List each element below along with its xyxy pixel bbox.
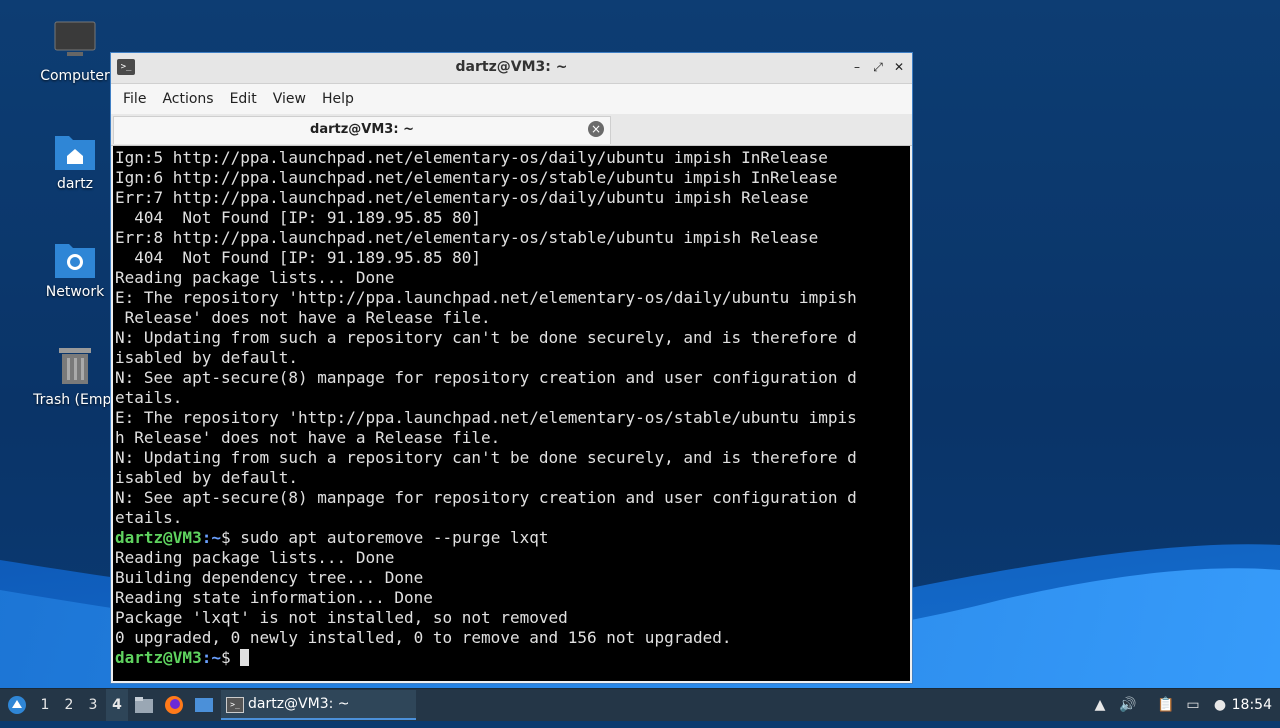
menu-help[interactable]: Help: [314, 84, 362, 114]
terminal-line: etails.: [115, 508, 183, 527]
network-folder-icon: [53, 236, 97, 280]
workspace-2[interactable]: 2: [58, 689, 80, 721]
maximize-button[interactable]: ⤢: [869, 58, 887, 76]
display-icon[interactable]: ▭: [1183, 695, 1203, 715]
show-desktop-icon[interactable]: [193, 689, 215, 721]
clock[interactable]: 18:54: [1232, 689, 1272, 721]
tab-label: dartz@VM3: ~: [310, 122, 414, 137]
terminal-icon: >_: [226, 697, 244, 713]
firefox-icon[interactable]: [162, 689, 186, 721]
active-prompt-line: dartz@VM3:~$: [115, 648, 910, 668]
terminal-line: Release' does not have a Release file.: [115, 308, 491, 327]
prompt-path: :~: [201, 528, 221, 547]
workspace-3[interactable]: 3: [82, 689, 104, 721]
workspace-1[interactable]: 1: [34, 689, 56, 721]
menu-file[interactable]: File: [115, 84, 154, 114]
menu-edit[interactable]: Edit: [222, 84, 265, 114]
notification-icon[interactable]: ●: [1210, 695, 1230, 715]
terminal-lines: Ign:5 http://ppa.launchpad.net/elementar…: [113, 146, 910, 668]
terminal-line: h Release' does not have a Release file.: [115, 428, 501, 447]
terminal-line: isabled by default.: [115, 348, 299, 367]
terminal-line: Ign:6 http://ppa.launchpad.net/elementar…: [115, 168, 838, 187]
computer-icon: [53, 20, 97, 64]
desktop: Computer dartz Network Trash (Empt >_ da…: [0, 0, 1280, 688]
home-folder-icon: [53, 128, 97, 172]
trash-icon: [53, 344, 97, 388]
tab-close-icon[interactable]: ×: [588, 121, 604, 137]
workspace-4[interactable]: 4: [106, 689, 128, 721]
terminal-line: Ign:5 http://ppa.launchpad.net/elementar…: [115, 148, 828, 167]
terminal-line: N: See apt-secure(8) manpage for reposit…: [115, 488, 857, 507]
prompt-user: dartz@VM3: [115, 528, 202, 547]
terminal-line: Building dependency tree... Done: [115, 568, 424, 587]
prompt-symbol: $: [220, 528, 241, 547]
terminal-output[interactable]: Ign:5 http://ppa.launchpad.net/elementar…: [113, 146, 910, 681]
terminal-line: Err:7 http://ppa.launchpad.net/elementar…: [115, 188, 809, 207]
prompt-user: dartz@VM3: [115, 648, 202, 667]
menu-actions[interactable]: Actions: [154, 84, 221, 114]
minimize-button[interactable]: –: [848, 58, 866, 76]
terminal-line: Err:8 http://ppa.launchpad.net/elementar…: [115, 228, 819, 247]
terminal-line: etails.: [115, 388, 183, 407]
terminal-line: 404 Not Found [IP: 91.189.95.85 80]: [115, 248, 482, 267]
text-cursor: [240, 649, 250, 666]
terminal-line: isabled by default.: [115, 468, 299, 487]
command-text: sudo apt autoremove --purge lxqt: [240, 528, 549, 547]
menu-view[interactable]: View: [265, 84, 314, 114]
taskbar-window-label: dartz@VM3: ~: [248, 696, 350, 712]
terminal-tab[interactable]: dartz@VM3: ~ ×: [113, 116, 611, 144]
clipboard-icon[interactable]: 📋: [1156, 695, 1176, 715]
terminal-line: Reading state information... Done: [115, 588, 433, 607]
terminal-line: 404 Not Found [IP: 91.189.95.85 80]: [115, 208, 482, 227]
terminal-line: Reading package lists... Done: [115, 548, 395, 567]
taskbar-window-button[interactable]: >_ dartz@VM3: ~: [221, 690, 416, 720]
file-manager-icon[interactable]: [133, 689, 155, 721]
terminal-line: N: See apt-secure(8) manpage for reposit…: [115, 368, 857, 387]
menubar: File Actions Edit View Help: [111, 84, 912, 114]
prompt-symbol: $: [220, 648, 241, 667]
terminal-line: E: The repository 'http://ppa.launchpad.…: [115, 288, 857, 307]
prompt-path: :~: [201, 648, 221, 667]
close-button[interactable]: ✕: [890, 58, 908, 76]
terminal-line: 0 upgraded, 0 newly installed, 0 to remo…: [115, 628, 732, 647]
tab-bar: dartz@VM3: ~ ×: [111, 114, 912, 146]
volume-icon[interactable]: 🔊: [1118, 695, 1138, 715]
terminal-line: Reading package lists... Done: [115, 268, 395, 287]
terminal-line: Package 'lxqt' is not installed, so not …: [115, 608, 568, 627]
tray-expand-icon[interactable]: ▲: [1090, 695, 1110, 715]
terminal-line: E: The repository 'http://ppa.launchpad.…: [115, 408, 857, 427]
command-line: dartz@VM3:~$ sudo apt autoremove --purge…: [115, 528, 910, 548]
terminal-window: >_ dartz@VM3: ~ – ⤢ ✕ File Actions Edit …: [110, 52, 913, 684]
terminal-line: N: Updating from such a repository can't…: [115, 448, 857, 467]
window-title: dartz@VM3: ~: [455, 59, 568, 75]
terminal-line: N: Updating from such a repository can't…: [115, 328, 857, 347]
start-menu-icon[interactable]: [4, 689, 30, 721]
window-titlebar[interactable]: >_ dartz@VM3: ~ – ⤢ ✕: [111, 53, 912, 84]
taskbar: 1 2 3 4 >_ dartz@VM3: ~ ▲ 🔊 📋 ▭ ● 18:54: [0, 688, 1280, 721]
